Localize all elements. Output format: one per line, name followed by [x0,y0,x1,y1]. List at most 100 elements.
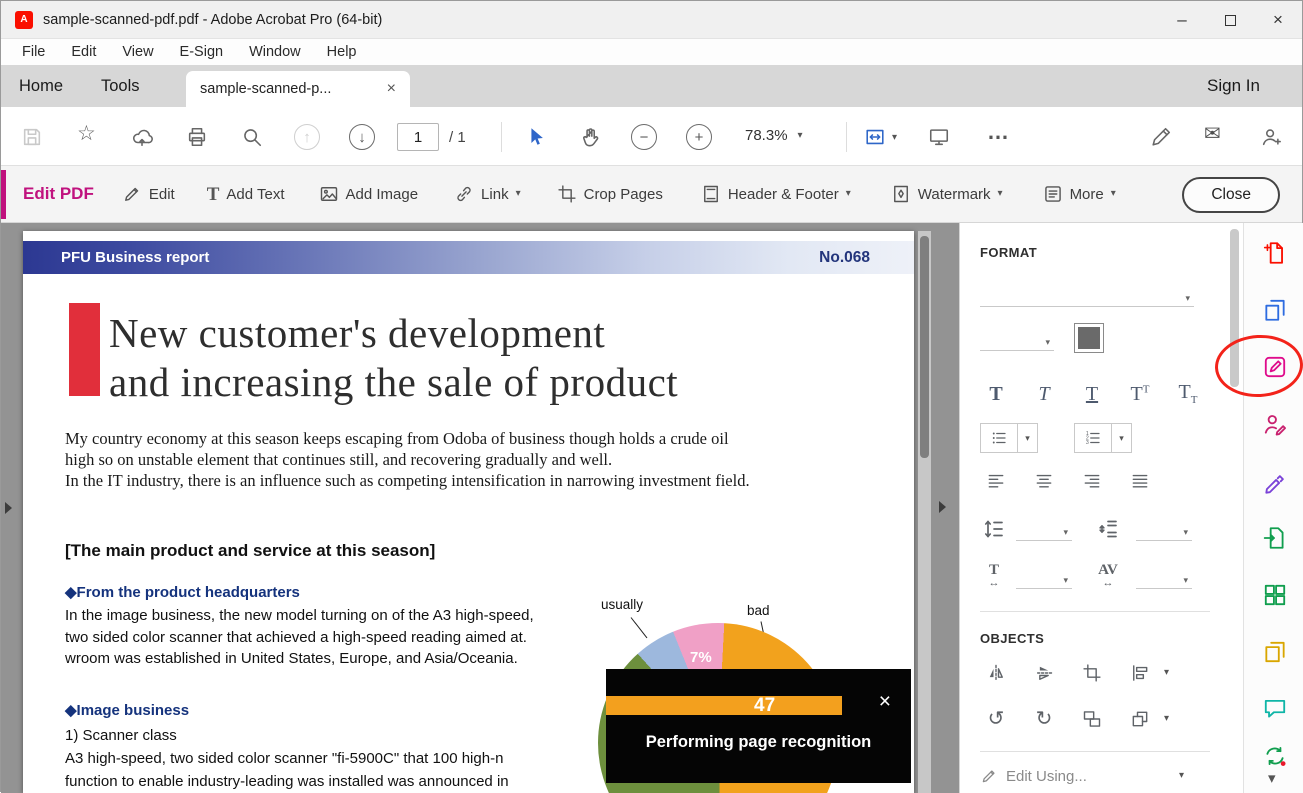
product-headquarters-heading[interactable]: ◆From the product headquarters [65,583,300,601]
combine-files-icon[interactable] [1261,296,1289,324]
scanner-class-label[interactable]: 1) Scanner class [65,725,177,747]
select-tool-icon[interactable] [525,126,547,148]
font-family-dropdown[interactable]: ▾ [980,281,1194,307]
favorite-star-icon[interactable]: ☆ [77,123,96,144]
fit-width-icon[interactable] [864,126,886,148]
font-color-swatch[interactable] [1074,323,1104,353]
numbered-list-dropdown[interactable]: ▾ [1112,423,1132,453]
numbered-list-button[interactable] [1074,423,1112,453]
align-center-button[interactable] [1020,471,1068,491]
sign-pen-icon[interactable] [1150,126,1172,148]
search-icon[interactable] [241,126,263,148]
image-paragraph[interactable]: A3 high-speed, two sided color scanner "… [65,748,509,793]
document-copy-icon[interactable] [1261,638,1289,666]
zoom-level-dropdown[interactable]: 78.3% ▾ [745,127,803,144]
rotate-left-button[interactable]: ↺ [972,709,1020,729]
rail-collapse-chevron-icon[interactable]: ▾ [1268,769,1276,787]
replace-image-button[interactable] [1068,709,1116,729]
read-mode-icon[interactable] [928,126,950,148]
next-page-button[interactable]: ↓ [349,124,375,150]
menu-view[interactable]: View [109,44,166,60]
organize-pages-icon[interactable] [1261,581,1289,609]
save-icon[interactable] [21,126,43,148]
left-pane-toggle-icon[interactable] [5,502,12,514]
print-icon[interactable] [186,126,208,148]
rotate-right-button[interactable]: ↻ [1020,709,1068,729]
align-objects-button[interactable] [1116,663,1164,683]
header-footer-dropdown-button[interactable]: Header & Footer ▾ [701,184,851,204]
horizontal-scale-dropdown[interactable]: ▾ [1016,567,1072,589]
underline-text-button[interactable]: T [1068,384,1116,404]
character-spacing-dropdown[interactable]: ▾ [1136,567,1192,589]
menu-file[interactable]: File [9,44,58,60]
request-signatures-icon[interactable] [1261,410,1289,438]
add-image-button[interactable]: Add Image [319,184,419,204]
previous-page-button[interactable]: ↑ [294,124,320,150]
flip-horizontal-button[interactable] [972,663,1020,683]
add-text-button[interactable]: T Add Text [207,185,285,204]
chevron-down-icon[interactable]: ▾ [892,133,897,143]
image-business-heading[interactable]: ◆Image business [65,701,189,719]
close-window-button[interactable]: × [1254,1,1302,39]
align-justify-button[interactable] [1116,471,1164,491]
align-left-button[interactable] [972,471,1020,491]
watermark-dropdown-button[interactable]: Watermark ▾ [891,184,1003,204]
product-paragraph[interactable]: In the image business, the new model tur… [65,605,534,670]
crop-pages-button[interactable]: Crop Pages [557,184,663,204]
italic-text-button[interactable]: T [1020,384,1068,404]
align-right-button[interactable] [1068,471,1116,491]
share-person-icon[interactable] [1260,126,1282,148]
panel-scrollbar-thumb[interactable] [1230,229,1239,387]
menu-edit[interactable]: Edit [58,44,109,60]
toast-close-icon[interactable]: × [879,691,891,712]
paragraph-spacing-dropdown[interactable]: ▾ [1136,519,1192,541]
edit-pdf-tool-icon[interactable] [1261,353,1289,381]
chevron-down-icon[interactable]: ▾ [1164,714,1169,724]
zoom-out-button[interactable]: − [631,124,657,150]
link-dropdown-button[interactable]: Link ▾ [454,184,521,204]
right-pane-toggle-icon[interactable] [939,501,946,513]
font-size-dropdown[interactable]: ▾ [980,327,1054,351]
comment-bubble-icon[interactable] [1261,695,1289,723]
tab-home[interactable]: Home [19,65,63,107]
crop-object-button[interactable] [1068,663,1116,683]
close-edit-pdf-button[interactable]: Close [1182,177,1280,213]
section-heading[interactable]: [The main product and service at this se… [65,541,435,561]
fill-sign-icon[interactable] [1261,467,1289,495]
tab-tools[interactable]: Tools [101,65,140,107]
sign-in-button[interactable]: Sign In [1207,65,1260,107]
send-mail-icon[interactable]: ✉ [1204,124,1221,144]
bulleted-list-dropdown[interactable]: ▾ [1018,423,1038,453]
export-pdf-icon[interactable] [1261,524,1289,552]
intro-paragraph[interactable]: My country economy at this season keeps … [65,428,750,491]
document-tab-close-icon[interactable]: × [387,80,396,98]
zoom-in-button[interactable]: + [686,124,712,150]
more-dropdown-button[interactable]: More ▾ [1043,184,1116,204]
subscript-button[interactable]: TT [1164,382,1212,406]
minimize-button[interactable]: – [1158,1,1206,39]
hand-tool-icon[interactable] [579,126,601,148]
arrange-objects-button[interactable] [1116,709,1164,729]
more-options-ellipsis-icon[interactable]: … [987,119,1009,145]
document-tab[interactable]: sample-scanned-p... × [186,71,410,107]
menu-esign[interactable]: E-Sign [167,44,237,60]
edit-using-dropdown[interactable]: Edit Using... ▾ [980,761,1210,791]
maximize-button[interactable] [1206,1,1254,39]
convert-tools-icon[interactable] [1261,742,1289,770]
document-scrollbar[interactable] [918,231,931,793]
document-title-line2[interactable]: and increasing the sale of product [109,358,678,406]
bulleted-list-button[interactable] [980,423,1018,453]
superscript-button[interactable]: TT [1116,384,1164,404]
document-scrollbar-thumb[interactable] [920,236,929,458]
page-number-input[interactable]: 1 [397,123,439,151]
page-header-band[interactable]: PFU Business report No.068 [23,241,914,274]
regular-text-button[interactable]: T [972,384,1020,404]
edit-tool-button[interactable]: Edit [122,184,175,204]
chevron-down-icon[interactable]: ▾ [1164,668,1169,678]
flip-vertical-button[interactable] [1020,663,1068,683]
title-red-bar[interactable] [69,303,100,396]
line-spacing-dropdown[interactable]: ▾ [1016,519,1072,541]
share-cloud-icon[interactable] [131,126,153,148]
menu-help[interactable]: Help [314,44,370,60]
create-pdf-icon[interactable] [1261,239,1289,267]
